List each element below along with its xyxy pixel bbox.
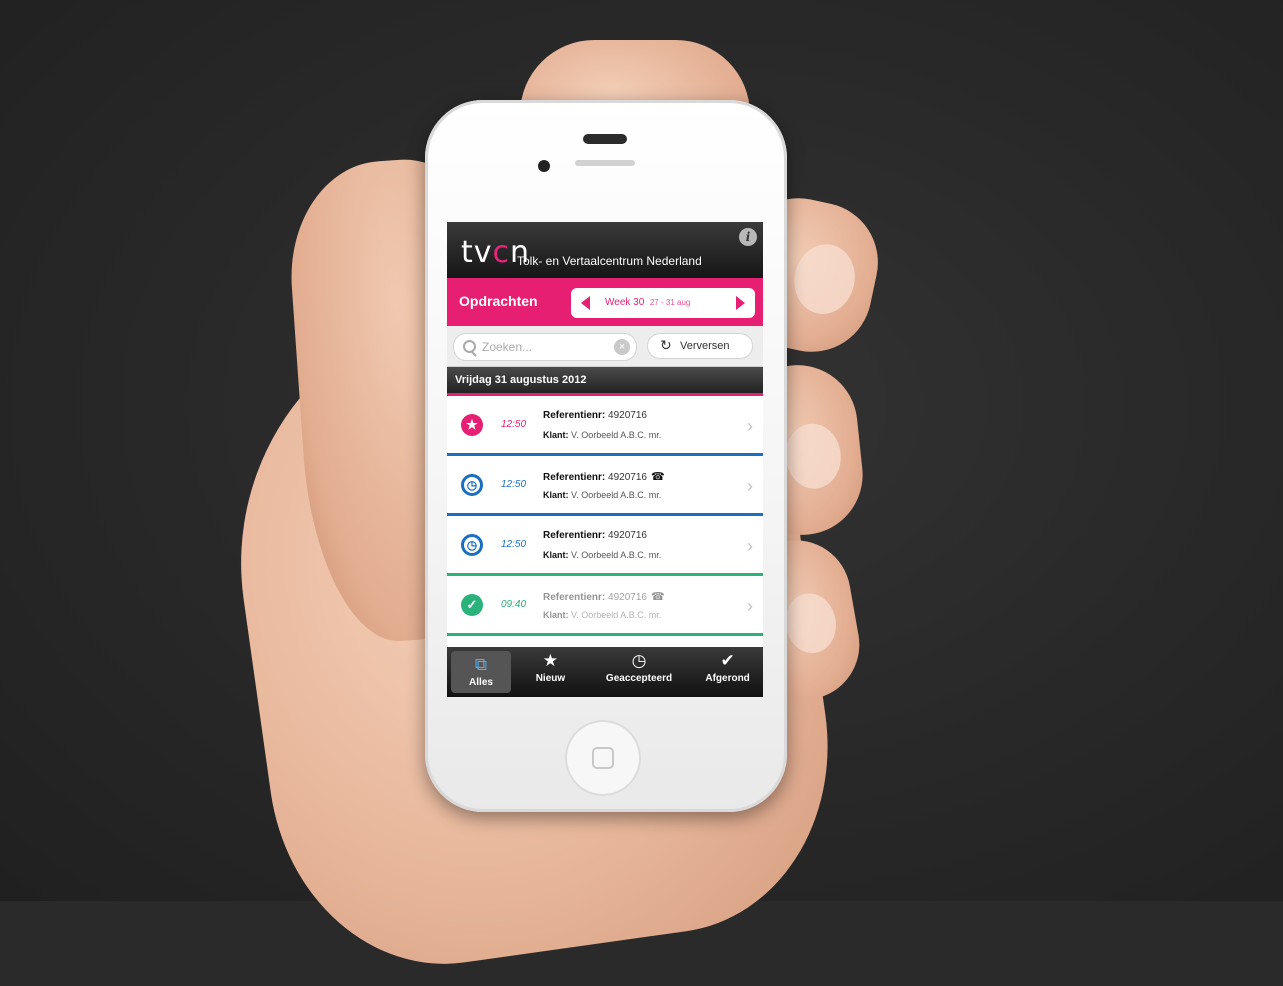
tab-bar: ⧉ Alles ★ Nieuw ◷ Geaccepteerd ✔ Afgeron… [447, 647, 763, 697]
next-week-arrow-icon[interactable] [736, 296, 745, 310]
item-client: Klant: V. Oorbeeld A.B.C. mr. [543, 430, 662, 440]
phone-icon: ☎ [650, 591, 665, 603]
tab-geaccepteerd[interactable]: ◷ Geaccepteerd [586, 647, 692, 697]
star-status-icon: ★ [461, 414, 483, 436]
tab-afgerond[interactable]: ✔ Afgerond [692, 647, 763, 697]
checkmark-status-icon: ✓ [461, 594, 483, 616]
front-camera [538, 160, 550, 172]
item-time: 09:40 [501, 599, 527, 610]
item-time: 12:50 [501, 539, 527, 550]
list-item[interactable]: ◷ 12:50 Referentienr: 4920716 Klant: V. … [447, 516, 763, 576]
page-title: Opdrachten [459, 293, 538, 309]
chevron-right-icon: › [747, 596, 753, 616]
title-bar: Opdrachten Week 30 27 - 31 aug [447, 278, 763, 326]
item-client: Klant: V. Oorbeeld A.B.C. mr. [543, 550, 662, 560]
chevron-right-icon: › [747, 416, 753, 436]
proximity-sensor [575, 160, 635, 166]
tab-nieuw[interactable]: ★ Nieuw [515, 647, 586, 697]
date-section-header: Vrijdag 31 augustus 2012 [447, 367, 763, 396]
item-reference: Referentienr: 4920716 [543, 410, 647, 421]
previous-week-arrow-icon[interactable] [581, 296, 590, 310]
clock-icon: ◷ [631, 651, 647, 670]
chevron-right-icon: › [747, 476, 753, 496]
tab-label: Geaccepteerd [605, 673, 673, 684]
iphone-device: tvcn Tolk- en Vertaalcentrum Nederland i… [425, 100, 787, 812]
week-navigator: Week 30 27 - 31 aug [571, 288, 755, 318]
clear-search-icon[interactable]: × [614, 339, 630, 355]
item-reference: Referentienr: 4920716 [543, 530, 647, 541]
app-name: Tolk- en Vertaalcentrum Nederland [517, 254, 702, 268]
app-header: tvcn Tolk- en Vertaalcentrum Nederland i [447, 222, 763, 278]
earpiece-speaker [583, 134, 627, 144]
item-client: Klant: V. Oorbeeld A.B.C. mr. [543, 490, 662, 500]
item-time: 12:50 [501, 419, 527, 430]
list-item[interactable]: ◷ 12:50 Referentienr: 4920716 ☎ Klant: V.… [447, 456, 763, 516]
tab-label: Afgerond [705, 673, 750, 684]
list-item[interactable]: ✓ 09:40 Referentienr: 4920716 ☎ Klant: V.… [447, 576, 763, 636]
tab-alles[interactable]: ⧉ Alles [451, 651, 511, 693]
search-placeholder: Zoeken... [482, 340, 533, 354]
refresh-button[interactable]: ↻ Verversen [647, 333, 753, 359]
phone-icon: ☎ [650, 471, 665, 483]
chevron-right-icon: › [747, 536, 753, 556]
app-screen: tvcn Tolk- en Vertaalcentrum Nederland i… [447, 222, 763, 697]
item-reference: Referentienr: 4920716 ☎ [543, 471, 665, 483]
checkmark-icon: ✔ [720, 651, 735, 670]
home-button[interactable] [565, 720, 641, 796]
clock-status-icon: ◷ [461, 534, 483, 556]
list-item[interactable]: ★ 12:50 Referentienr: 4920716 Klant: V. … [447, 396, 763, 456]
item-client: Klant: V. Oorbeeld A.B.C. mr. [543, 610, 662, 620]
info-icon[interactable]: i [739, 228, 757, 246]
refresh-icon: ↻ [660, 337, 672, 353]
search-input[interactable]: Zoeken... × [453, 333, 637, 361]
week-range: 27 - 31 aug [649, 298, 691, 307]
tab-label: Alles [469, 677, 493, 688]
refresh-label: Verversen [680, 340, 730, 352]
item-reference: Referentienr: 4920716 ☎ [543, 591, 665, 603]
star-icon: ★ [542, 651, 559, 670]
home-button-square-icon [592, 747, 614, 769]
overlapping-squares-icon: ⧉ [474, 655, 488, 674]
search-icon [463, 340, 476, 353]
item-time: 12:50 [501, 479, 527, 490]
week-label: Week 30 27 - 31 aug [605, 297, 691, 308]
clock-status-icon: ◷ [461, 474, 483, 496]
search-bar: Zoeken... × ↻ Verversen [447, 326, 763, 367]
assignment-list: ★ 12:50 Referentienr: 4920716 Klant: V. … [447, 396, 763, 636]
tab-label: Nieuw [535, 673, 566, 684]
